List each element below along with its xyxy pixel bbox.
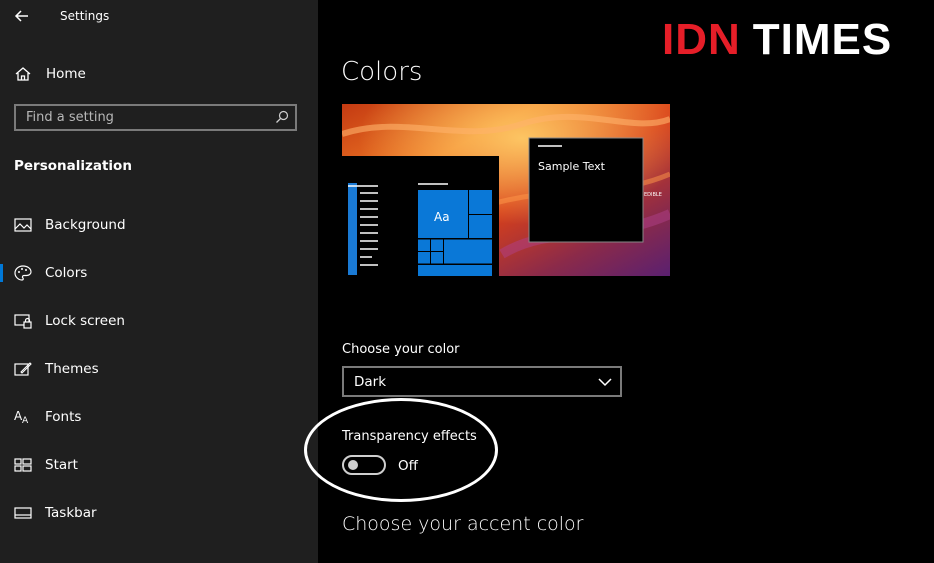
theme-preview: Aa Sample Text EDIBLE — [342, 104, 670, 276]
preview-tiles — [418, 190, 492, 276]
lock-screen-icon — [14, 314, 32, 329]
search-box[interactable] — [14, 104, 297, 131]
accent-color-title: Choose your accent color — [342, 513, 584, 535]
sidebar-item-label: Fonts — [45, 409, 82, 425]
sidebar-item-label: Colors — [45, 265, 88, 281]
title-bar: Settings — [0, 0, 318, 34]
preview-wallpaper: Aa Sample Text EDIBLE — [342, 104, 670, 276]
themes-icon — [14, 362, 32, 376]
sidebar-item-label: Themes — [45, 361, 99, 377]
preview-sample-text: Sample Text — [538, 160, 606, 173]
color-mode-dropdown[interactable]: Dark — [342, 366, 622, 397]
sidebar-item-label: Background — [45, 217, 126, 233]
home-icon — [15, 67, 31, 81]
back-arrow-icon[interactable] — [12, 6, 32, 26]
search-icon[interactable] — [275, 110, 289, 124]
dropdown-value: Dark — [354, 374, 387, 390]
taskbar-icon — [14, 507, 32, 519]
sidebar-item-colors[interactable]: Colors — [0, 255, 318, 291]
sidebar-item-lock-screen[interactable]: Lock screen — [0, 303, 318, 339]
svg-text:A: A — [22, 416, 29, 425]
chevron-down-icon — [598, 378, 612, 387]
watermark-logo: IDN TIMES — [662, 16, 892, 64]
sidebar-item-themes[interactable]: Themes — [0, 351, 318, 387]
highlight-circle — [304, 398, 498, 502]
palette-icon — [14, 265, 32, 281]
preview-sample-window — [528, 137, 644, 243]
choose-color-label: Choose your color — [342, 342, 460, 357]
sidebar-item-fonts[interactable]: A A Fonts — [0, 399, 318, 435]
app-title: Settings — [60, 9, 110, 23]
home-label: Home — [46, 66, 86, 82]
sidebar-item-taskbar[interactable]: Taskbar — [0, 495, 318, 531]
page-title: Colors — [341, 57, 423, 87]
picture-icon — [14, 218, 32, 232]
logo-times: TIMES — [752, 15, 893, 64]
sidebar-item-label: Lock screen — [45, 313, 125, 329]
start-icon — [14, 458, 32, 472]
sidebar-item-start[interactable]: Start — [0, 447, 318, 483]
preview-mini-text: EDIBLE — [644, 192, 662, 198]
logo-idn: IDN — [662, 15, 741, 64]
sidebar-item-label: Taskbar — [45, 505, 97, 521]
search-input[interactable] — [16, 106, 286, 129]
sidebar-item-label: Start — [45, 457, 78, 473]
fonts-icon: A A — [14, 409, 29, 425]
section-title: Personalization — [14, 158, 132, 174]
preview-tile-text: Aa — [434, 210, 450, 224]
home-nav[interactable]: Home — [14, 62, 86, 86]
sidebar-item-background[interactable]: Background — [0, 207, 318, 243]
sidebar: Settings Home Personalization Background… — [0, 0, 318, 563]
